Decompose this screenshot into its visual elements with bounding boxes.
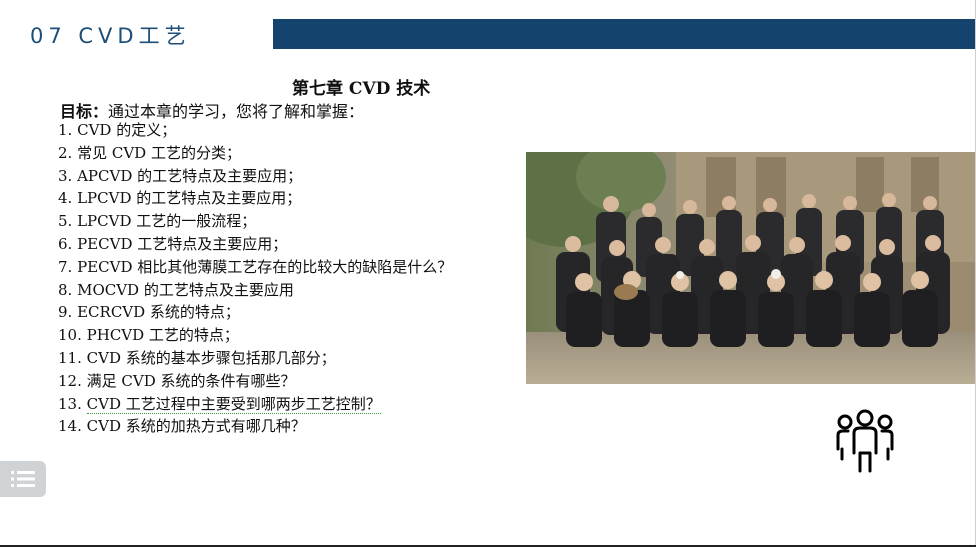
list-item: 8. MOCVD 的工艺特点及主要应用 [58,279,452,302]
item-text: MOCVD 的工艺特点及主要应用 [77,280,294,299]
item-number: 8. [58,280,73,299]
list-item: 6. PECVD 工艺特点及主要应用； [58,233,452,256]
list-item: 14. CVD 系统的加热方式有哪几种？ [58,415,452,438]
list-item: 7. PECVD 相比其他薄膜工艺存在的比较大的缺陷是什么？ [58,256,452,279]
item-text: CVD 的定义； [77,121,177,139]
item-number: 1. [58,121,73,139]
item-text: CVD 系统的加热方式有哪几种？ [86,417,306,436]
chapter-title: 第七章 CVD 技术 [292,79,431,99]
item-number: 7. [58,257,73,276]
list-item: 12. 满足 CVD 系统的条件有哪些？ [58,370,452,393]
title-bar [273,19,975,49]
section-title: 07 CVD工艺 [30,24,191,48]
item-text: APCVD 的工艺特点及主要应用； [77,166,303,185]
item-number: 13. [58,394,82,413]
list-item: 3. APCVD 的工艺特点及主要应用； [58,165,452,188]
item-number: 6. [58,234,73,253]
list-item: 9. ECRCVD 系统的特点； [58,301,452,324]
item-number: 3. [58,166,73,185]
item-text: 满足 CVD 系统的条件有哪些？ [86,371,296,390]
list-item: 4. LPCVD 的工艺特点及主要应用； [58,187,452,210]
item-number: 10. [58,326,82,345]
item-number: 14. [58,417,82,436]
item-text: ECRCVD 系统的特点； [77,303,240,322]
item-number: 4. [58,189,73,208]
item-number: 2. [58,143,73,162]
list-item: 13. CVD 工艺过程中主要受到哪两步工艺控制？ [58,393,452,416]
list-menu-icon [11,471,35,487]
item-text: CVD 工艺过程中主要受到哪两步工艺控制？ [86,394,381,414]
item-text: LPCVD 工艺的一般流程； [77,212,257,231]
list-item: 11. CVD 系统的基本步骤包括那几部分； [58,347,452,370]
people-group-icon [834,409,896,473]
item-number: 11. [58,348,82,367]
item-number: 5. [58,212,73,231]
item-text: CVD 系统的基本步骤包括那几部分； [86,348,336,367]
list-item: 5. LPCVD 工艺的一般流程； [58,210,452,233]
item-text: PECVD 工艺特点及主要应用； [77,234,288,253]
list-item: 2. 常见 CVD 工艺的分类； [58,142,452,165]
item-text: LPCVD 的工艺特点及主要应用； [77,189,302,208]
item-number: 9. [58,303,73,322]
list-item: 1. CVD 的定义； [58,119,452,142]
group-photo [526,152,975,384]
menu-toggle-button[interactable] [0,461,46,497]
objective-list: 1. CVD 的定义； 2. 常见 CVD 工艺的分类； 3. APCVD 的工… [58,119,452,438]
item-text: 常见 CVD 工艺的分类； [77,143,241,162]
item-number: 12. [58,371,82,390]
list-item: 10. PHCVD 工艺的特点； [58,324,452,347]
item-text: PHCVD 工艺的特点； [86,326,239,345]
item-text: PECVD 相比其他薄膜工艺存在的比较大的缺陷是什么？ [77,257,453,276]
